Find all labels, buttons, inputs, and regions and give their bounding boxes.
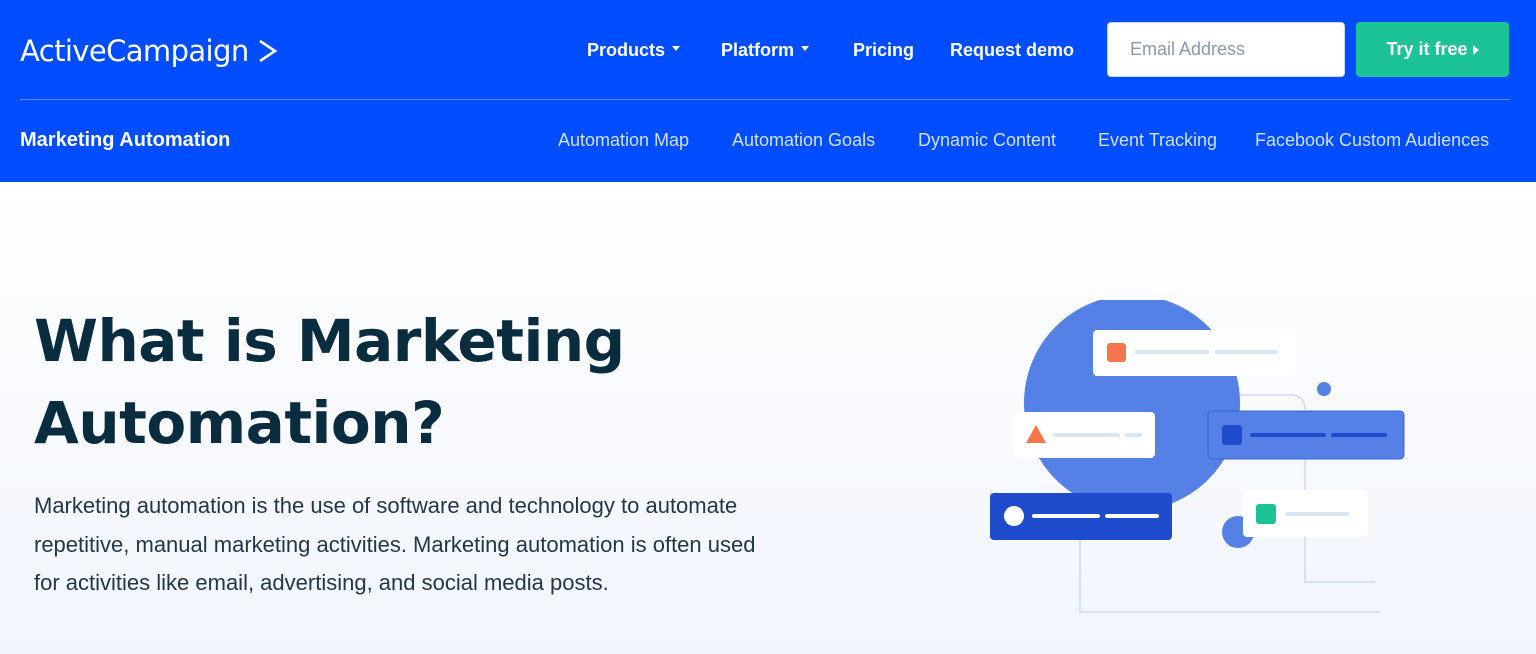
nav-pricing-label: Pricing [853,39,915,60]
page-title-line-1: What is Marketing [34,307,625,375]
hero-description: Marketing automation is the use of softw… [34,487,884,603]
nav-request-demo-label: Request demo [950,39,1075,60]
brand-name: ActiveCampaign [20,34,249,68]
caret-down-icon [672,45,681,51]
header-divider [20,99,1510,100]
automation-illustration [980,295,1410,620]
caret-down-icon [801,45,810,51]
top-header: ActiveCampaign Products Platform Pricing… [0,0,1536,182]
brand-logo[interactable]: ActiveCampaign [20,31,279,71]
email-input[interactable] [1107,22,1345,77]
page-title: What is Marketing Automation? [34,300,625,464]
caret-right-icon [1472,44,1479,55]
subnav-automation-map[interactable]: Automation Map [558,130,689,151]
try-it-free-label: Try it free [1386,39,1468,59]
try-it-free-button[interactable]: Try it free [1356,22,1509,77]
logo-chevron-icon [257,38,279,64]
subnav-automation-goals[interactable]: Automation Goals [732,130,875,151]
hero-description-line-2: repetitive, manual marketing activities.… [34,531,756,557]
hero-description-line-1: Marketing automation is the use of softw… [34,493,738,518]
subnav-event-tracking[interactable]: Event Tracking [1098,130,1217,151]
nav-platform-label: Platform [721,39,795,60]
nav-products-label: Products [587,39,666,60]
subnav-dynamic-content[interactable]: Dynamic Content [918,130,1056,151]
page-title-line-2: Automation? [34,389,445,457]
section-title[interactable]: Marketing Automation [20,129,230,152]
nav-request-demo[interactable]: Request demo [950,30,1074,70]
subnav-facebook-custom-audiences[interactable]: Facebook Custom Audiences [1255,130,1489,151]
hero-description-line-3: for activities like email, advertising, … [34,570,609,595]
nav-pricing[interactable]: Pricing [853,30,914,70]
nav-platform[interactable]: Platform [721,30,810,70]
nav-products[interactable]: Products [587,30,681,70]
